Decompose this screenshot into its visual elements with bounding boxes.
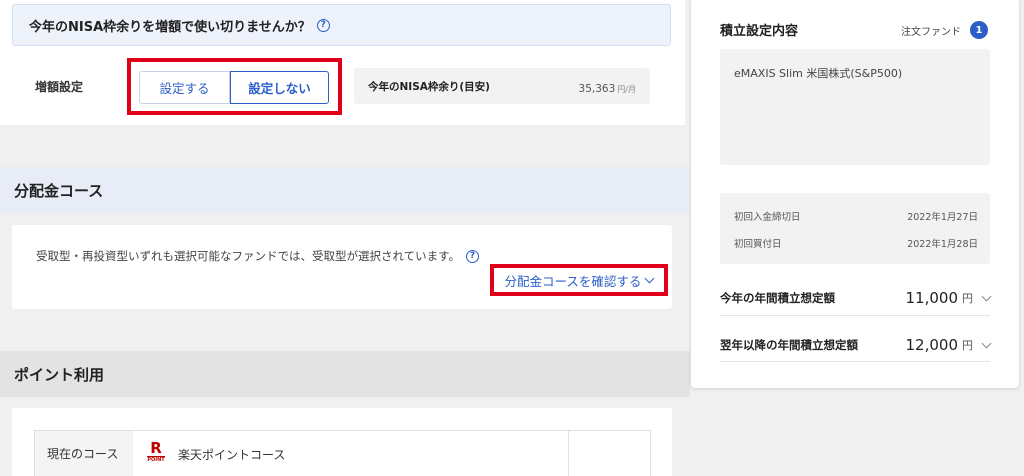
annual-next-years-row[interactable]: 翌年以降の年間積立想定額 12,000 円 [720,327,992,363]
order-fund-label: 注文ファンド [901,26,961,38]
help-icon[interactable]: ? [316,18,330,32]
nisa-remaining-box: 今年のNISA枠余り(目安) 35,363 円/月 [354,68,650,104]
chevron-down-icon [644,273,655,283]
dividend-confirm-label: 分配金コースを確認する [504,273,642,289]
first-deposit-deadline-row: 初回入金締切日 2022年1月27日 [734,209,978,223]
fund-name-box: eMAXIS Slim 米国株式(S&P500) [720,49,990,165]
logo-text: POINT [147,457,165,463]
nisa-banner: 今年のNISA枠余りを増額で使い切りませんか？ ? [12,4,671,46]
nisa-remaining-value: 35,363 [578,82,616,95]
dates-box: 初回入金締切日 2022年1月27日 初回買付日 2022年1月28日 [720,193,990,264]
divider [720,315,990,316]
order-fund-indicator: 注文ファンド 1 [901,21,988,39]
annual-next-years-value: 12,000 [905,336,959,354]
current-course-value: 楽天ポイントコース [178,448,286,462]
order-count-badge: 1 [970,21,988,39]
dividend-confirm-link[interactable]: 分配金コースを確認する [490,264,668,296]
dividend-description-row: 受取型・再投資型いずれも選択可能なファンドでは、受取型が選択されています。 ? [36,248,480,264]
annual-this-year-label: 今年の年間積立想定額 [720,291,835,305]
option-unset-button[interactable]: 設定しない [230,71,329,104]
first-purchase-row: 初回買付日 2022年1月28日 [734,236,978,250]
dividend-description: 受取型・再投資型いずれも選択可能なファンドでは、受取型が選択されています。 [36,249,461,263]
first-deposit-deadline-label: 初回入金締切日 [734,212,801,223]
increase-setting-toggle: 設定する 設定しない [127,58,342,115]
option-set-button[interactable]: 設定する [139,71,230,104]
fund-name: eMAXIS Slim 米国株式(S&P500) [734,67,903,80]
summary-title: 積立設定内容 [720,24,799,39]
currency-unit: 円 [962,292,973,305]
first-deposit-deadline-value: 2022年1月27日 [907,212,978,223]
nisa-banner-text: 今年のNISA枠余りを増額で使い切りませんか？ [29,19,311,35]
chevron-down-icon[interactable] [981,291,992,301]
divider [720,361,990,362]
first-purchase-value: 2022年1月28日 [907,239,978,250]
help-icon[interactable]: ? [466,249,480,263]
points-section-title: ポイント利用 [0,351,690,397]
logo-letter: R [147,441,165,457]
nisa-remaining-label: 今年のNISA枠余り(目安) [368,80,490,93]
annual-this-year-value: 11,000 [905,289,959,307]
increase-setting-label: 増額設定 [35,80,84,94]
table-divider [568,431,569,476]
annual-next-years-label: 翌年以降の年間積立想定額 [720,338,858,352]
currency-unit: 円 [962,339,973,352]
first-purchase-label: 初回買付日 [734,239,782,250]
nisa-remaining-unit: 円/月 [617,84,636,94]
current-course-label: 現在のコース [35,431,133,476]
dividend-section-title: 分配金コース [0,167,690,213]
chevron-down-icon[interactable] [981,338,992,348]
annual-this-year-row[interactable]: 今年の年間積立想定額 11,000 円 [720,280,992,316]
rakuten-point-logo-icon: R POINT [147,441,165,465]
